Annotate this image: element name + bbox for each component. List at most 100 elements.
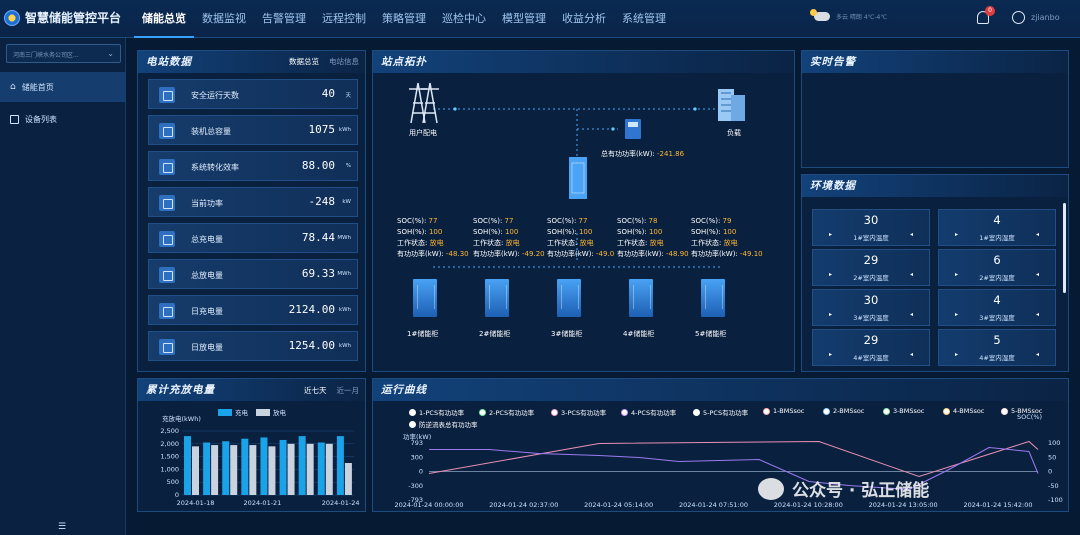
collapse-menu-icon[interactable]: ☰ [58, 522, 68, 532]
pcs-row: 工作状态: 放电 [473, 238, 545, 249]
stat-unit: MWh [337, 235, 351, 241]
stat-card: 当前功率 -248 kW [148, 187, 358, 217]
stat-label: 系统转化效率 [191, 163, 239, 172]
env-value: 29 [863, 333, 879, 347]
pcs-row: 工作状态: 放电 [397, 238, 469, 249]
y-tick-label: -100 [1048, 496, 1063, 504]
wechat-icon [758, 477, 784, 500]
stat-value: 88.00 [301, 159, 335, 172]
pcs-info: SOC(%): 79 SOH(%): 100 工作状态: 放电 有功功率(kW): -… [691, 216, 763, 260]
pcs-field-label: SOC(%): [397, 217, 427, 225]
panel-title: 实时告警 [802, 51, 1068, 73]
pcs-field-value: -49.0 [596, 250, 615, 258]
play-right-icon[interactable]: ◂ [910, 311, 913, 318]
play-right-icon[interactable]: ◂ [1036, 351, 1039, 358]
env-value: 30 [863, 213, 879, 227]
env-card: 29 2#室内温度 ▸ ◂ [812, 249, 930, 286]
nav-item[interactable]: 数据监视 [194, 0, 254, 38]
stat-unit: kWh [338, 307, 351, 313]
env-value: 30 [863, 293, 879, 307]
tab-station-info[interactable]: 电站信息 [329, 56, 359, 67]
total-power-label: 总有功功率(kW): [601, 150, 655, 158]
legend-label: 充电 [235, 408, 249, 417]
nav-item[interactable]: 收益分析 [554, 0, 614, 38]
env-value: 4 [993, 293, 1001, 307]
storage-cabinet-icon[interactable] [485, 279, 509, 317]
play-left-icon[interactable]: ▸ [955, 311, 958, 318]
scrollbar[interactable] [1063, 203, 1066, 293]
y-tick-label: 0 [175, 491, 179, 499]
pcs-field-label: SOH(%): [617, 228, 647, 236]
env-card: 4 1#室内湿度 ▸ ◂ [938, 209, 1056, 246]
pcs-field-label: 工作状态: [547, 239, 578, 247]
run-line-chart: 功率(kW)SOC(%)7933000-300-793100500-50-100… [394, 413, 1063, 509]
pcs-row: 有功功率(kW): -48.30 [397, 249, 469, 260]
play-left-icon[interactable]: ▸ [829, 231, 832, 238]
user-menu[interactable]: zjianbo [1012, 11, 1060, 24]
stat-icon [159, 123, 175, 139]
play-left-icon[interactable]: ▸ [829, 351, 832, 358]
bar [325, 443, 333, 495]
weather-icon [810, 9, 830, 21]
play-left-icon[interactable]: ▸ [955, 271, 958, 278]
pcs-field-value: 100 [648, 228, 663, 236]
play-left-icon[interactable]: ▸ [829, 271, 832, 278]
nav-item[interactable]: 远程控制 [314, 0, 374, 38]
power-series-line [429, 446, 1039, 491]
play-right-icon[interactable]: ◂ [910, 351, 913, 358]
tab-data-overview[interactable]: 数据总览 [289, 56, 319, 67]
sidebar-item-label: 储能首页 [21, 82, 54, 92]
bar [192, 446, 199, 495]
x-tick-label: 2024-01-24 15:42:00 [963, 501, 1032, 509]
weather-widget: 多云 晴朗 4℃-4℃ [810, 9, 887, 21]
charge-chart-panel: 累计充放电量 近七天 近一月 充放电(kWh) 充电 放电 2,500 2,000 1,5… [137, 378, 366, 512]
total-power-value: -241.86 [657, 150, 685, 158]
sidebar-item-home[interactable]: ⌂ 储能首页 [0, 72, 126, 102]
tab-last-seven-days[interactable]: 近七天 [304, 385, 327, 396]
play-right-icon[interactable]: ◂ [1036, 231, 1039, 238]
play-right-icon[interactable]: ◂ [910, 231, 913, 238]
watermark-text: 公众号 · 弘正储能 [792, 481, 930, 501]
play-right-icon[interactable]: ◂ [1036, 271, 1039, 278]
nav-item[interactable]: 告警管理 [254, 0, 314, 38]
panel-title: 运行曲线 [373, 379, 1068, 401]
storage-cabinet-icon[interactable] [701, 279, 725, 317]
play-left-icon[interactable]: ▸ [829, 311, 832, 318]
cabinet-label: 3#储能柜 [551, 330, 583, 338]
pcs-field-label: 工作状态: [473, 239, 504, 247]
storage-cabinet-icon[interactable] [413, 279, 437, 317]
panel-title: 站点拓扑 [373, 51, 794, 73]
legend-swatch [256, 409, 270, 416]
tab-last-month[interactable]: 近一月 [337, 385, 360, 396]
bar [336, 436, 344, 495]
bar [211, 445, 219, 495]
nav-item[interactable]: 巡检中心 [434, 0, 494, 38]
play-right-icon[interactable]: ◂ [1036, 311, 1039, 318]
sidebar-item-device-list[interactable]: 设备列表 [0, 104, 126, 134]
stat-value: -248 [308, 195, 336, 208]
nav-item[interactable]: 策略管理 [374, 0, 434, 38]
home-icon: ⌂ [10, 82, 16, 92]
x-tick-label: 2024-01-24 05:14:00 [584, 501, 653, 509]
storage-cabinet-icon[interactable] [629, 279, 653, 317]
play-left-icon[interactable]: ▸ [955, 351, 958, 358]
notification-badge: 0 [985, 6, 995, 16]
pcs-field-value: 78 [648, 217, 658, 225]
bar [241, 438, 249, 495]
x-tick-label: 2024-01-24 07:51:00 [679, 501, 748, 509]
total-power: 总有功功率(kW): -241.86 [601, 149, 684, 159]
stat-unit: MWh [337, 271, 351, 277]
play-right-icon[interactable]: ◂ [910, 271, 913, 278]
storage-cabinet-icon[interactable] [557, 279, 581, 317]
nav-item[interactable]: 模型管理 [494, 0, 554, 38]
logo-icon [4, 9, 20, 26]
nav-item[interactable]: 储能总览 [134, 0, 194, 38]
stat-label: 安全运行天数 [191, 91, 239, 100]
pcs-field-label: SOH(%): [397, 228, 427, 236]
y-tick-label: 300 [411, 453, 423, 461]
pcs-row: 有功功率(kW): -48.90 [617, 249, 689, 260]
nav-item[interactable]: 系统管理 [614, 0, 674, 38]
play-left-icon[interactable]: ▸ [955, 231, 958, 238]
station-select[interactable]: 河南三门峡水务公司区... ⌄ [6, 44, 121, 63]
x-tick-label: 2024-01-18 [177, 499, 215, 507]
